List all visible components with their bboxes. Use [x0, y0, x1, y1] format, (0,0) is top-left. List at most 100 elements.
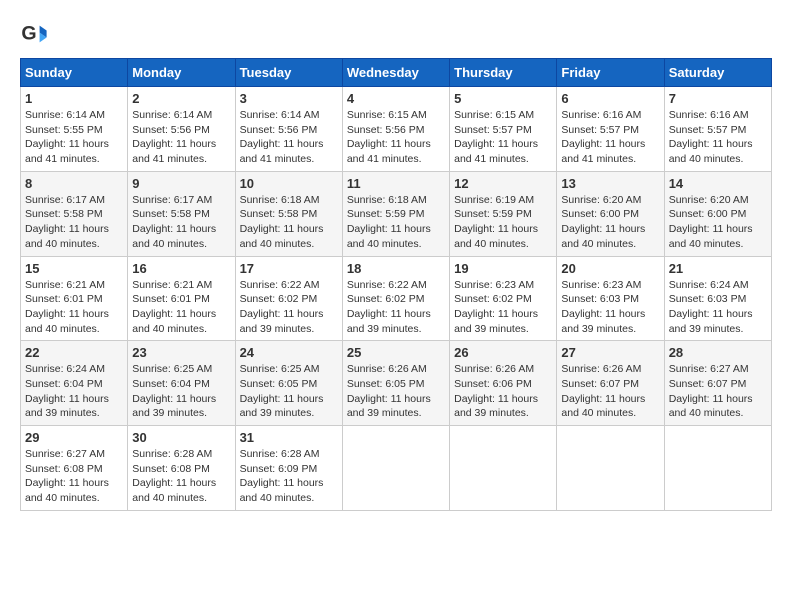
day-number: 23: [132, 345, 230, 360]
calendar-cell: 22 Sunrise: 6:24 AMSunset: 6:04 PMDaylig…: [21, 341, 128, 426]
day-number: 15: [25, 261, 123, 276]
day-number: 30: [132, 430, 230, 445]
day-info: Sunrise: 6:14 AMSunset: 5:56 PMDaylight:…: [132, 109, 216, 165]
calendar-cell: [450, 426, 557, 511]
calendar-cell: [342, 426, 449, 511]
weekday-header: Saturday: [664, 59, 771, 87]
weekday-header: Wednesday: [342, 59, 449, 87]
day-info: Sunrise: 6:23 AMSunset: 6:02 PMDaylight:…: [454, 279, 538, 335]
day-number: 10: [240, 176, 338, 191]
weekday-header: Thursday: [450, 59, 557, 87]
day-number: 8: [25, 176, 123, 191]
calendar-cell: 31 Sunrise: 6:28 AMSunset: 6:09 PMDaylig…: [235, 426, 342, 511]
calendar-cell: 28 Sunrise: 6:27 AMSunset: 6:07 PMDaylig…: [664, 341, 771, 426]
day-number: 28: [669, 345, 767, 360]
day-info: Sunrise: 6:28 AMSunset: 6:09 PMDaylight:…: [240, 448, 324, 504]
calendar-week-row: 8 Sunrise: 6:17 AMSunset: 5:58 PMDayligh…: [21, 171, 772, 256]
day-number: 16: [132, 261, 230, 276]
calendar-cell: [664, 426, 771, 511]
day-number: 26: [454, 345, 552, 360]
day-number: 19: [454, 261, 552, 276]
day-info: Sunrise: 6:14 AMSunset: 5:56 PMDaylight:…: [240, 109, 324, 165]
day-info: Sunrise: 6:26 AMSunset: 6:05 PMDaylight:…: [347, 363, 431, 419]
calendar-cell: 9 Sunrise: 6:17 AMSunset: 5:58 PMDayligh…: [128, 171, 235, 256]
day-number: 20: [561, 261, 659, 276]
day-info: Sunrise: 6:20 AMSunset: 6:00 PMDaylight:…: [561, 194, 645, 250]
day-number: 27: [561, 345, 659, 360]
day-info: Sunrise: 6:27 AMSunset: 6:08 PMDaylight:…: [25, 448, 109, 504]
weekday-header: Sunday: [21, 59, 128, 87]
day-number: 25: [347, 345, 445, 360]
calendar-cell: 18 Sunrise: 6:22 AMSunset: 6:02 PMDaylig…: [342, 256, 449, 341]
svg-text:G: G: [21, 23, 36, 45]
calendar-cell: 2 Sunrise: 6:14 AMSunset: 5:56 PMDayligh…: [128, 87, 235, 172]
calendar-cell: 5 Sunrise: 6:15 AMSunset: 5:57 PMDayligh…: [450, 87, 557, 172]
calendar-cell: 29 Sunrise: 6:27 AMSunset: 6:08 PMDaylig…: [21, 426, 128, 511]
calendar-cell: 20 Sunrise: 6:23 AMSunset: 6:03 PMDaylig…: [557, 256, 664, 341]
calendar-week-row: 15 Sunrise: 6:21 AMSunset: 6:01 PMDaylig…: [21, 256, 772, 341]
weekday-header: Friday: [557, 59, 664, 87]
day-number: 4: [347, 91, 445, 106]
day-info: Sunrise: 6:20 AMSunset: 6:00 PMDaylight:…: [669, 194, 753, 250]
day-info: Sunrise: 6:25 AMSunset: 6:05 PMDaylight:…: [240, 363, 324, 419]
day-info: Sunrise: 6:18 AMSunset: 5:58 PMDaylight:…: [240, 194, 324, 250]
day-number: 18: [347, 261, 445, 276]
logo: G: [20, 20, 52, 48]
calendar-week-row: 29 Sunrise: 6:27 AMSunset: 6:08 PMDaylig…: [21, 426, 772, 511]
calendar-cell: 4 Sunrise: 6:15 AMSunset: 5:56 PMDayligh…: [342, 87, 449, 172]
day-info: Sunrise: 6:24 AMSunset: 6:04 PMDaylight:…: [25, 363, 109, 419]
day-info: Sunrise: 6:22 AMSunset: 6:02 PMDaylight:…: [240, 279, 324, 335]
day-info: Sunrise: 6:15 AMSunset: 5:57 PMDaylight:…: [454, 109, 538, 165]
calendar-cell: 30 Sunrise: 6:28 AMSunset: 6:08 PMDaylig…: [128, 426, 235, 511]
weekday-header: Tuesday: [235, 59, 342, 87]
calendar-cell: 21 Sunrise: 6:24 AMSunset: 6:03 PMDaylig…: [664, 256, 771, 341]
calendar-cell: 19 Sunrise: 6:23 AMSunset: 6:02 PMDaylig…: [450, 256, 557, 341]
day-info: Sunrise: 6:17 AMSunset: 5:58 PMDaylight:…: [132, 194, 216, 250]
calendar: SundayMondayTuesdayWednesdayThursdayFrid…: [20, 58, 772, 511]
calendar-cell: 13 Sunrise: 6:20 AMSunset: 6:00 PMDaylig…: [557, 171, 664, 256]
calendar-cell: 14 Sunrise: 6:20 AMSunset: 6:00 PMDaylig…: [664, 171, 771, 256]
day-info: Sunrise: 6:15 AMSunset: 5:56 PMDaylight:…: [347, 109, 431, 165]
calendar-cell: 15 Sunrise: 6:21 AMSunset: 6:01 PMDaylig…: [21, 256, 128, 341]
day-info: Sunrise: 6:14 AMSunset: 5:55 PMDaylight:…: [25, 109, 109, 165]
day-number: 7: [669, 91, 767, 106]
calendar-cell: 12 Sunrise: 6:19 AMSunset: 5:59 PMDaylig…: [450, 171, 557, 256]
calendar-cell: 8 Sunrise: 6:17 AMSunset: 5:58 PMDayligh…: [21, 171, 128, 256]
weekday-header: Monday: [128, 59, 235, 87]
day-number: 12: [454, 176, 552, 191]
calendar-cell: 10 Sunrise: 6:18 AMSunset: 5:58 PMDaylig…: [235, 171, 342, 256]
day-number: 6: [561, 91, 659, 106]
day-number: 1: [25, 91, 123, 106]
day-info: Sunrise: 6:21 AMSunset: 6:01 PMDaylight:…: [25, 279, 109, 335]
calendar-cell: 11 Sunrise: 6:18 AMSunset: 5:59 PMDaylig…: [342, 171, 449, 256]
day-info: Sunrise: 6:17 AMSunset: 5:58 PMDaylight:…: [25, 194, 109, 250]
day-number: 13: [561, 176, 659, 191]
logo-icon: G: [20, 20, 48, 48]
day-number: 22: [25, 345, 123, 360]
day-info: Sunrise: 6:19 AMSunset: 5:59 PMDaylight:…: [454, 194, 538, 250]
day-number: 31: [240, 430, 338, 445]
calendar-cell: 3 Sunrise: 6:14 AMSunset: 5:56 PMDayligh…: [235, 87, 342, 172]
calendar-cell: 27 Sunrise: 6:26 AMSunset: 6:07 PMDaylig…: [557, 341, 664, 426]
calendar-cell: 24 Sunrise: 6:25 AMSunset: 6:05 PMDaylig…: [235, 341, 342, 426]
page-header: G: [20, 20, 772, 48]
day-info: Sunrise: 6:23 AMSunset: 6:03 PMDaylight:…: [561, 279, 645, 335]
day-info: Sunrise: 6:28 AMSunset: 6:08 PMDaylight:…: [132, 448, 216, 504]
calendar-cell: 16 Sunrise: 6:21 AMSunset: 6:01 PMDaylig…: [128, 256, 235, 341]
day-info: Sunrise: 6:26 AMSunset: 6:06 PMDaylight:…: [454, 363, 538, 419]
calendar-cell: 1 Sunrise: 6:14 AMSunset: 5:55 PMDayligh…: [21, 87, 128, 172]
day-number: 5: [454, 91, 552, 106]
day-info: Sunrise: 6:27 AMSunset: 6:07 PMDaylight:…: [669, 363, 753, 419]
day-info: Sunrise: 6:24 AMSunset: 6:03 PMDaylight:…: [669, 279, 753, 335]
day-number: 3: [240, 91, 338, 106]
day-number: 2: [132, 91, 230, 106]
calendar-cell: 25 Sunrise: 6:26 AMSunset: 6:05 PMDaylig…: [342, 341, 449, 426]
day-number: 17: [240, 261, 338, 276]
weekday-header-row: SundayMondayTuesdayWednesdayThursdayFrid…: [21, 59, 772, 87]
calendar-cell: [557, 426, 664, 511]
calendar-cell: 6 Sunrise: 6:16 AMSunset: 5:57 PMDayligh…: [557, 87, 664, 172]
day-info: Sunrise: 6:25 AMSunset: 6:04 PMDaylight:…: [132, 363, 216, 419]
day-info: Sunrise: 6:18 AMSunset: 5:59 PMDaylight:…: [347, 194, 431, 250]
day-info: Sunrise: 6:16 AMSunset: 5:57 PMDaylight:…: [561, 109, 645, 165]
day-info: Sunrise: 6:16 AMSunset: 5:57 PMDaylight:…: [669, 109, 753, 165]
